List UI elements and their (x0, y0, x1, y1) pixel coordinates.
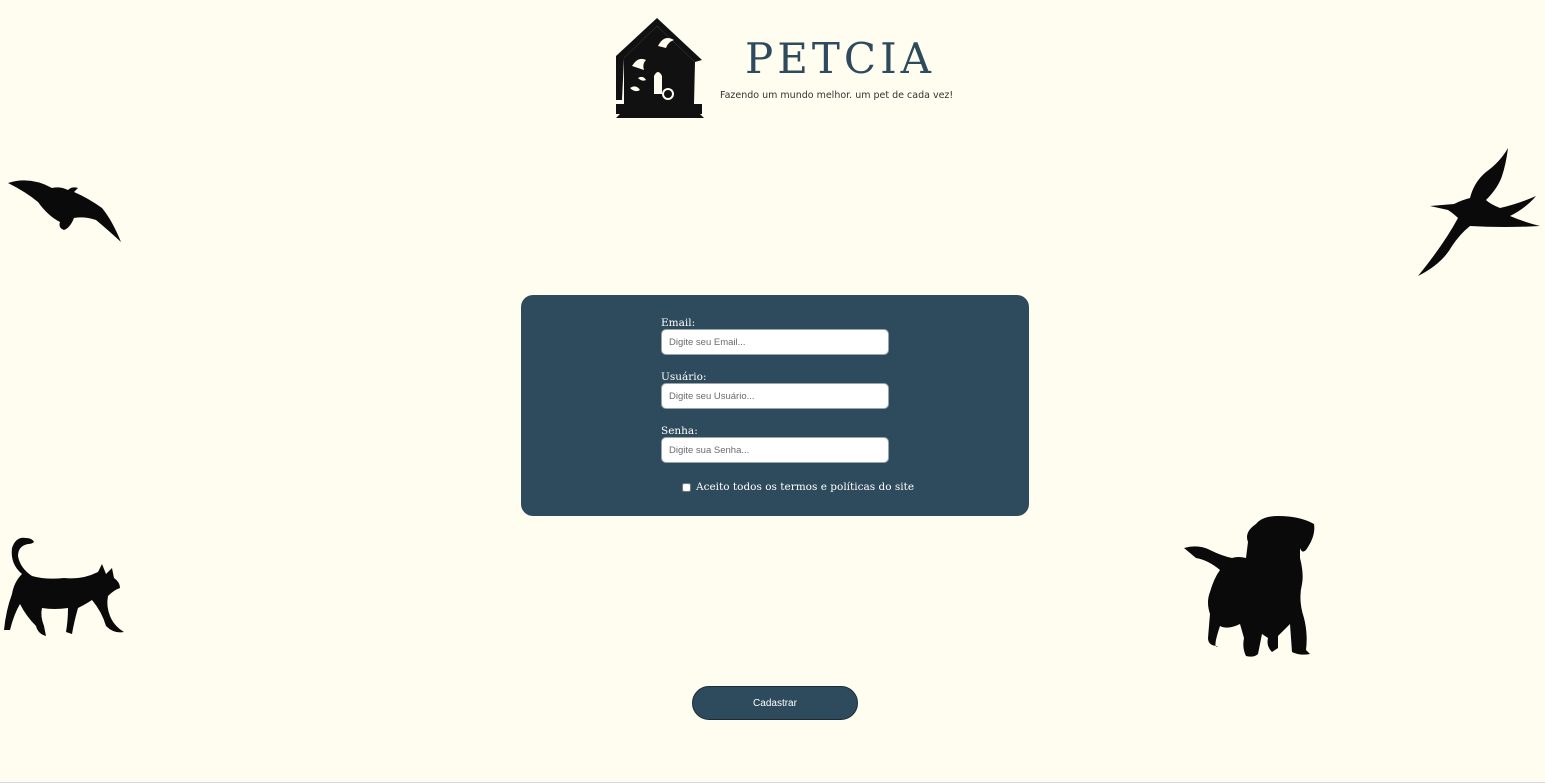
email-label: Email: (661, 317, 696, 329)
gull-silhouette-icon (8, 180, 121, 242)
username-label: Usuário: (661, 371, 707, 383)
signup-form-card: Email: Usuário: Senha: Aceito todos os t… (521, 295, 1029, 516)
brand-tagline: Fazendo um mundo melhor. um pet de cada … (720, 90, 954, 101)
swallow-silhouette-icon (1418, 148, 1540, 276)
register-button[interactable]: Cadastrar (692, 686, 858, 720)
password-label: Senha: (661, 425, 698, 437)
cat-silhouette-icon (4, 537, 124, 636)
signup-page: PETCIA Fazendo um mundo melhor. um pet d… (0, 0, 1545, 783)
username-field[interactable] (661, 383, 889, 409)
header: PETCIA Fazendo um mundo melhor. um pet d… (605, 12, 953, 122)
password-field[interactable] (661, 437, 889, 463)
terms-row: Aceito todos os termos e políticas do si… (682, 481, 914, 493)
email-field[interactable] (661, 329, 889, 355)
brand-title: PETCIA (745, 34, 935, 83)
puppy-silhouette-icon (1184, 516, 1315, 657)
terms-label[interactable]: Aceito todos os termos e políticas do si… (696, 481, 914, 493)
terms-checkbox[interactable] (682, 482, 691, 492)
pet-shelter-logo-icon (616, 18, 704, 118)
